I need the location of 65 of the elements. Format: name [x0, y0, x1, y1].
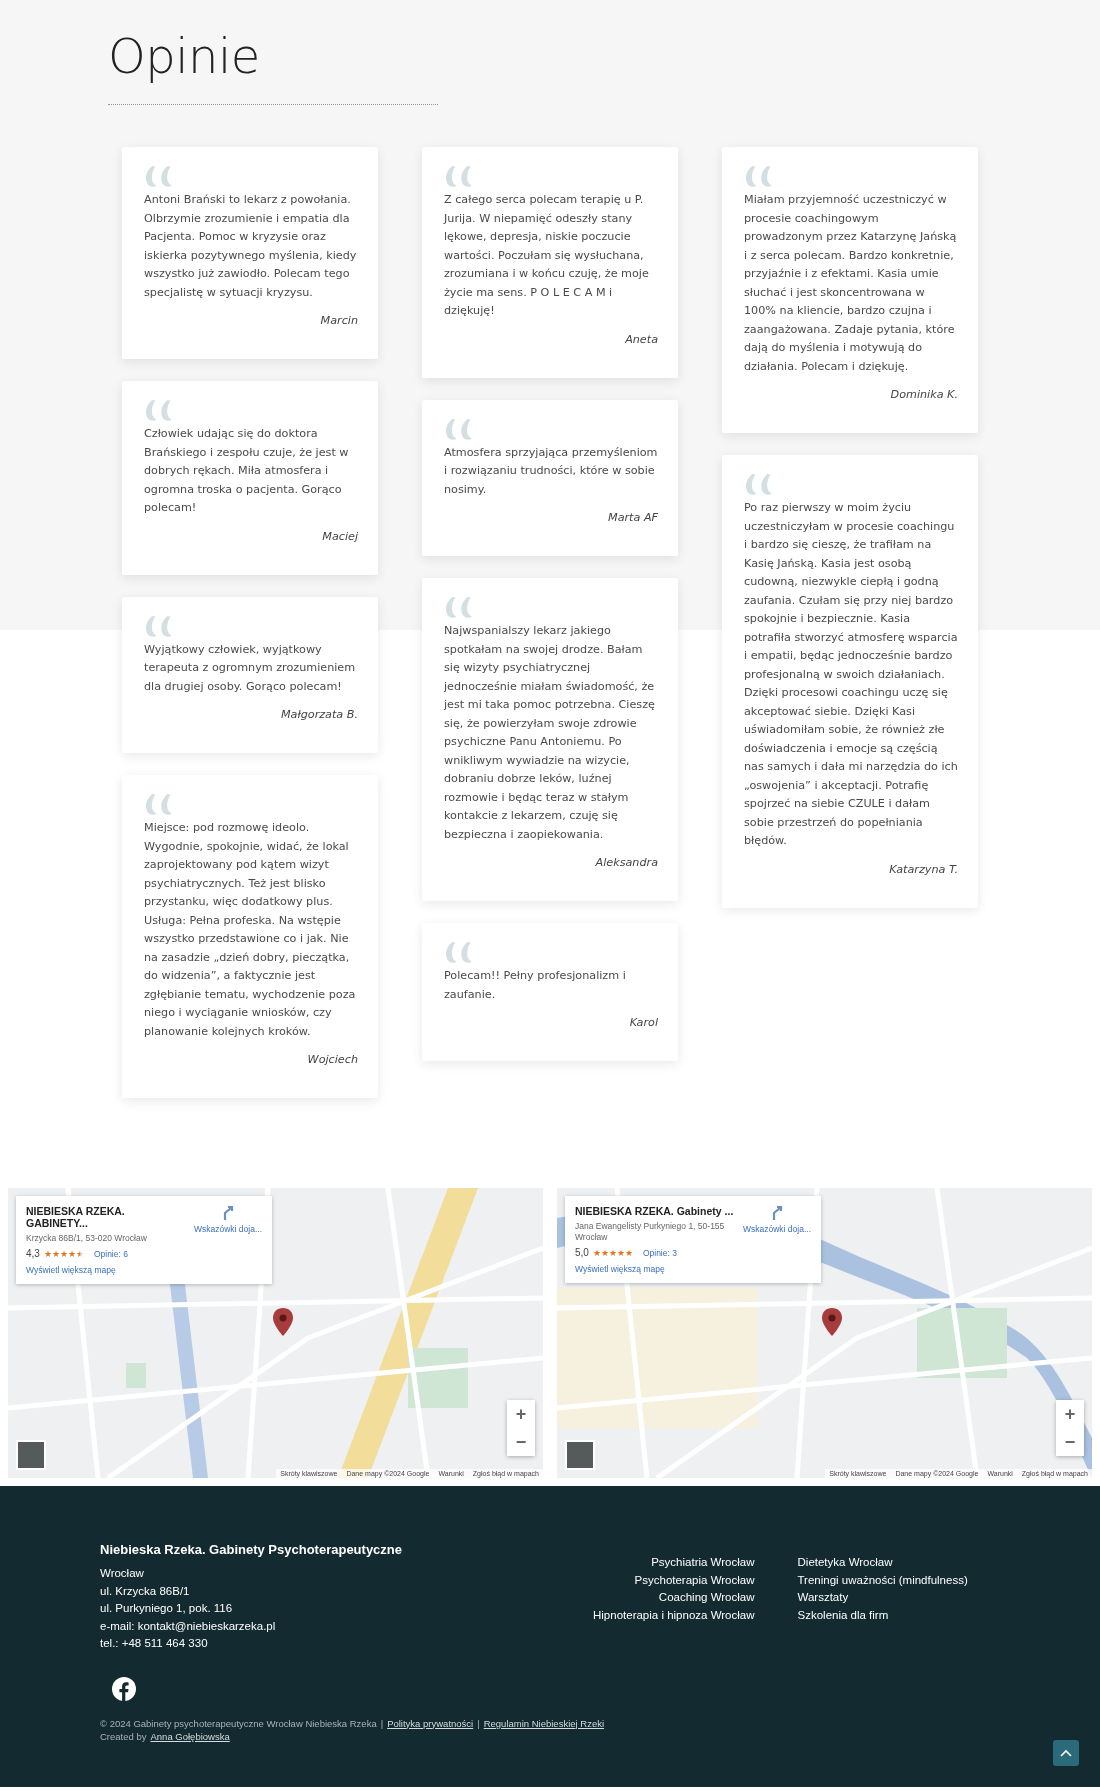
footer-link[interactable]: Szkolenia dla firm — [797, 1606, 968, 1624]
credit-text: Created by — [100, 1730, 147, 1744]
scroll-to-top-button[interactable] — [1053, 1740, 1079, 1766]
footer-link[interactable]: Psychiatria Wrocław — [651, 1554, 755, 1572]
footer-link[interactable]: Hipnoterapia i hipnoza Wrocław — [593, 1606, 755, 1624]
contact-line: Wrocław — [100, 1566, 145, 1581]
testimonial-text: Atmosfera sprzyjająca przemyśleniom i rozwiązaniu trudności, które w sobie nosimy. — [444, 444, 658, 498]
zoom-in-button[interactable]: + — [507, 1400, 535, 1428]
contact-line: ul. Krzycka 86B/1 — [100, 1583, 191, 1599]
place-address: Krzycka 86B/1, 53-020 Wrocław — [26, 1233, 148, 1244]
satellite-thumbnail[interactable] — [565, 1440, 595, 1470]
facebook-icon[interactable] — [112, 1676, 136, 1701]
testimonial-text: Z całego serca polecam terapię u P. Jurija. W niepamięć odeszły stany lękowe, depresja, niskie poczucie wartości. Poczułam się wysłuchana, zrozumiana i w końcu czuję, że moje życie ma sens. P O L E C A M i dziękuję! — [444, 192, 650, 319]
footer-link[interactable]: Treningi uważności (mindfulness) — [797, 1571, 968, 1589]
testimonial-author: Katarzyna T. — [888, 862, 958, 876]
footer-link[interactable]: Psychoterapia Wrocław — [634, 1571, 755, 1589]
section-title: Opinie — [108, 28, 260, 84]
testimonial-text: Miałam przyjemność uczestniczyć w procesie coachingowym prowadzonym przez Katarzynę Jańską i z serca polecam. Bardzo konkretnie, przyjaźnie i z efektami. Kasia umie słuchać i jest skoncentrowana w 100% na kliencie, bardzo czujna i zaangażowana. Zadaje pytania, które dają do myślenia i motywują do działania. Polecam i dziękuję. — [744, 192, 958, 375]
testimonial-text: Miejsce: pod rozmowę ideolo. Wygodnie, spokojnie, widać, że lokal zaprojektowany pod kątem wizyt psychiatrycznych. Też jest blisko przystanku, więc dodatkowy plus. Usługa: Pełna profeska. Na wstępie wszystko przedstawione co i jak. Nie na zasadzie „dzień dobry, pieczątka, do widzenia”, a faktycznie jest zgłębianie tematu, wychodzenie poza niego i wyciąganie wniosków, czy planowanie kolejnych kroków. — [144, 820, 357, 1040]
testimonial-author: Aleksandra — [594, 856, 658, 869]
place-name: NIEBIESKA RZEKA. GABINETY... — [26, 1205, 126, 1229]
directions-link[interactable]: Wskazówki doja... — [194, 1205, 262, 1275]
testimonial-text: Najwspanialszy lekarz jakiego spotkałam na swojej drodze. Bałam się wizyty psychiatrycznej jednocześnie miałam świadomość, że jest mi taka pomoc potrzebna. Cieszę się, że powierzyłam swoje zdrowie psychiczne Panu Antoniemu. Po wnikliwym wywiadzie na wizycie, dobraniu dobrze leków, luźnej rozmowie i będąc teraz w stałym kontakcie z lekarzem, czuję się bezpieczna i zaopiekowania. — [444, 623, 656, 843]
author-link[interactable]: Anna Gołębiowska — [150, 1730, 230, 1744]
map-pin-icon[interactable] — [273, 1308, 293, 1336]
satellite-thumbnail[interactable] — [16, 1440, 46, 1470]
footer-link[interactable]: Warsztaty — [797, 1589, 968, 1607]
copyright-text: © 2024 Gabinety psychoterapeutyczne Wrocław Niebieska Rzeka — [100, 1716, 377, 1730]
zoom-in-button[interactable]: + — [1056, 1400, 1084, 1428]
contact-line: e-mail: kontakt@niebieskarzeka.pl — [100, 1618, 277, 1634]
larger-map-link[interactable]: Wyświetl większą mapę — [26, 1265, 188, 1275]
zoom-out-button[interactable]: − — [1056, 1428, 1084, 1456]
footer-link[interactable]: Coaching Wrocław — [658, 1589, 755, 1607]
rating-value: 5,0 — [575, 1247, 589, 1258]
map-pin-icon[interactable] — [822, 1308, 842, 1336]
testimonial-text: Antoni Brański to lekarz z powołania. Olbrzymie zrozumienie i empatia dla Pacjenta. Pomoc w kryzysie oraz iskierka pozytywnego myślenia, kiedy wszystko już zawiodło. Polecam tego specjalistę w sytuacji kryzysu. — [144, 192, 358, 301]
contact-line: tel.: +48 511 464 330 — [100, 1636, 209, 1651]
testimonial-author: Wojciech — [306, 1053, 358, 1066]
footer-link[interactable]: Dietetyka Wrocław — [797, 1554, 968, 1572]
testimonial-text: Wyjątkowy człowiek, wyjątkowy terapeuta z ogromnym zrozumieniem dla drugiej osoby. Gorąco polecam! — [144, 641, 357, 695]
reviews-link[interactable]: Opinie: 6 — [93, 1248, 128, 1259]
separator: | — [477, 1716, 480, 1730]
testimonial-author: Marta AF — [607, 511, 658, 524]
testimonial-text: Po raz pierwszy w moim życiu uczestniczyłam w procesie coachingu i bardzo się cieszę, że trafiłam na Kasię Jańską. Kasia jest osobą cudowną, niezwykle ciepłą i godną zaufania. Czułam się przy niej bardzo spokojnie i bezpiecznie. Kasia potrafiła stworzyć atmosferę wsparcia i empatii, będąc jednocześnie bardzo profesjonalną w swoich działaniach. Dzięki procesowi coachingu uczę się akceptować siebie. Dzięki Kasi uświadomiłam sobie, że również złe doświadczenia i emocje są częścią nas samych i dała mi narzędzia do ich „oswojenia” i akceptacji. Potrafię spojrzeć na siebie CZULE i dałam sobie przestrzeń do popełniania błędów. — [744, 500, 958, 849]
larger-map-link[interactable]: Wyświetl większą mapę — [575, 1264, 737, 1274]
privacy-policy-link[interactable]: Polityka prywatności — [387, 1716, 474, 1730]
zoom-out-button[interactable]: − — [507, 1428, 535, 1456]
testimonial-text: Polecam!! Pełny profesjonalizm i zaufanie. — [444, 968, 627, 1003]
company-name: Niebieska Rzeka. Gabinety Psychoterapeutyczne — [100, 1542, 403, 1557]
separator: | — [380, 1716, 384, 1730]
place-name: NIEBIESKA RZEKA. Gabinety ... — [575, 1205, 735, 1217]
chevron-up-icon — [1060, 1749, 1072, 1757]
contact-line: ul. Purkyniego 1, pok. 116 — [100, 1601, 234, 1616]
testimonial-author: Małgorzata B. — [279, 708, 358, 721]
testimonial-author: Karol — [628, 1016, 658, 1029]
testimonial-author: Aneta — [624, 332, 658, 346]
testimonial-author: Maciej — [321, 529, 358, 543]
terms-link[interactable]: Regulamin Niebieskiej Rzeki — [483, 1716, 605, 1730]
testimonial-author: Dominika K. — [889, 388, 958, 401]
rating-value: 4,3 — [26, 1248, 40, 1259]
directions-link[interactable]: Wskazówki doja... — [743, 1205, 811, 1274]
reviews-link[interactable]: Opinie: 3 — [642, 1247, 677, 1258]
testimonial-text: Człowiek udając się do doktora Brańskiego i zespołu czuje, że jest w dobrych rękach. Miła atmosfera i ogromna troska o pacjenta. Gorąco polecam! — [144, 426, 350, 516]
testimonial-author: Marcin — [319, 314, 358, 327]
place-address: Jana Ewangelisty Purkyniego 1, 50-155 Wrocław — [575, 1221, 726, 1243]
